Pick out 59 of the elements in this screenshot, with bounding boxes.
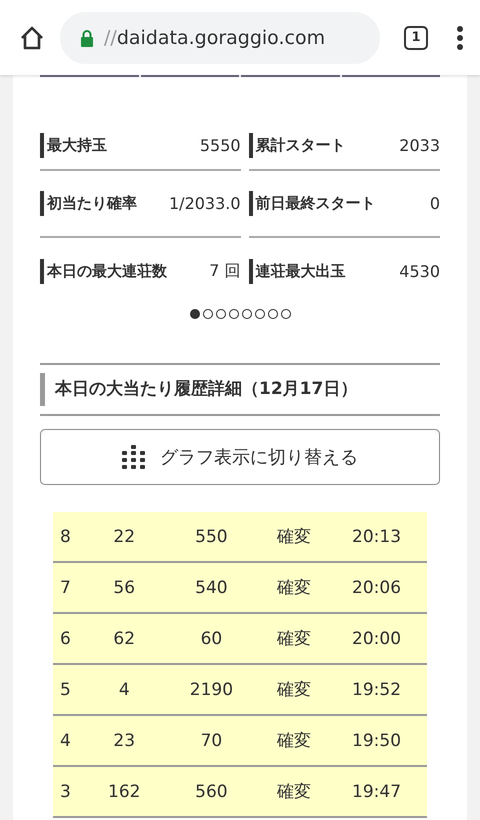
table-cell-text: 確変 xyxy=(276,781,312,803)
table-cell-text: 確変 xyxy=(276,679,312,701)
table-cell-text: 60 xyxy=(200,628,224,648)
grid-icon xyxy=(122,445,146,469)
table-cell-text: 確変 xyxy=(276,730,312,752)
table-cell-text: 560 xyxy=(194,782,229,802)
table-cell-text: 確変 xyxy=(276,526,312,548)
pager-dot[interactable] xyxy=(202,309,212,319)
table-cell-text: 19:50 xyxy=(351,730,402,750)
table-cell-text: 7 xyxy=(59,578,72,598)
pager-dot[interactable] xyxy=(268,309,278,319)
table-cell-text: 540 xyxy=(194,578,229,598)
table-cell-text: 19:52 xyxy=(351,680,402,700)
table-cell-text: 56 xyxy=(112,578,136,598)
pager-dot[interactable] xyxy=(190,309,200,319)
stat-label: 初当たり確率 xyxy=(40,191,169,216)
table-cell-text: 3 xyxy=(59,782,72,802)
table-cell-text: 20:00 xyxy=(351,628,402,648)
stat-value: 7 回 xyxy=(209,261,241,282)
stat-label: 本日の最大連荘数 xyxy=(40,259,169,284)
table-cell-text: 確変 xyxy=(276,577,312,599)
table-cell-text: 19:47 xyxy=(351,782,402,802)
stat-value: 2033 xyxy=(399,136,440,154)
url-text: daidata.goraggio.com xyxy=(116,26,326,48)
pager-dot[interactable] xyxy=(254,309,264,319)
table-cell-text: 2190 xyxy=(188,680,234,700)
table-cell-text: 70 xyxy=(200,730,224,750)
pager-dot[interactable] xyxy=(216,309,226,319)
pager-dot[interactable] xyxy=(280,309,290,319)
stat-label: 累計スタート xyxy=(248,132,378,158)
section-title: 本日の大当たり履歴詳細（12月17日） xyxy=(40,373,440,406)
table-cell-text: 4 xyxy=(118,680,131,700)
table-cell-text: 23 xyxy=(112,730,136,750)
table-cell-text: 22 xyxy=(112,526,136,546)
url-scheme: // xyxy=(104,26,117,48)
stat-label: 最大持玉 xyxy=(40,132,169,158)
lock-icon xyxy=(80,28,94,46)
table-cell-text: 6 xyxy=(59,628,72,648)
address-bar[interactable]: //daidata.goraggio.com xyxy=(60,12,380,64)
stat-label: 連荘最大出玉 xyxy=(248,259,378,284)
table-cell-text: 4 xyxy=(59,730,72,750)
stat-value: 0 xyxy=(430,194,440,213)
menu-icon[interactable] xyxy=(456,24,464,50)
table-cell-text: 5 xyxy=(59,680,72,700)
stat-value: 5550 xyxy=(200,136,241,154)
table-cell-text: 162 xyxy=(107,782,142,802)
pager-dot[interactable] xyxy=(242,309,252,319)
graph-toggle-button[interactable]: グラフ表示に切り替える xyxy=(40,429,440,485)
table-cell-text: 20:13 xyxy=(351,526,402,546)
table-cell-text: 8 xyxy=(59,526,72,546)
table-cell-text: 20:06 xyxy=(351,578,402,598)
table-cell-text: 確変 xyxy=(276,628,312,650)
table-cell-text: 62 xyxy=(112,628,136,648)
tab-count-button[interactable]: 1 xyxy=(404,26,428,50)
stat-value: 4530 xyxy=(399,262,440,281)
table-cell-text: 550 xyxy=(194,526,229,546)
stat-value: 1/2033.0 xyxy=(169,194,241,213)
stat-label: 前日最終スタート xyxy=(248,191,378,216)
pager-dot[interactable] xyxy=(228,309,238,319)
